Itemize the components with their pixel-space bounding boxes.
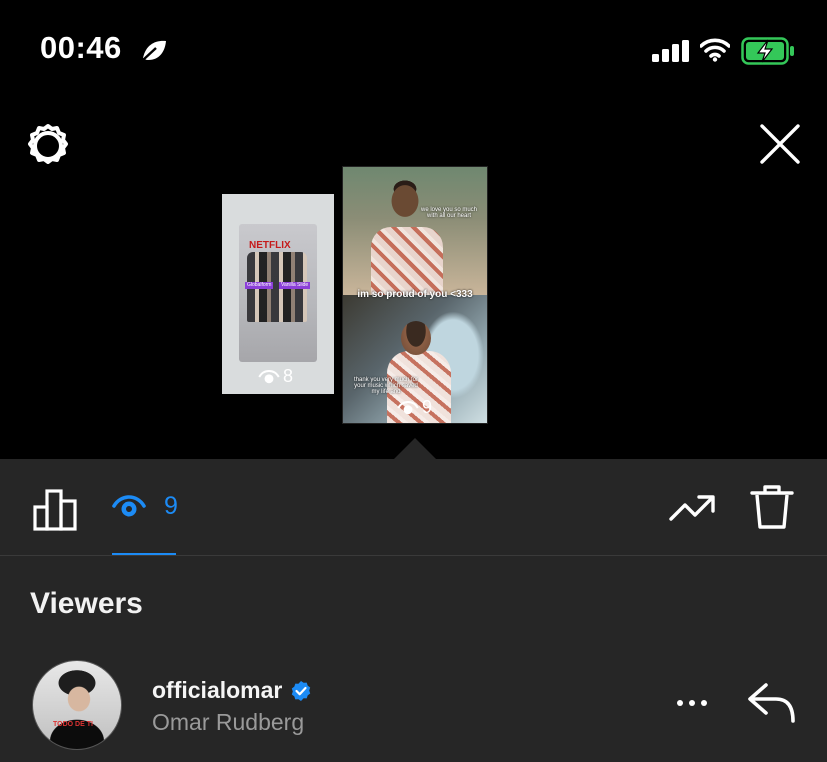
username-text: officialomar [152, 677, 283, 703]
view-count-number: 9 [422, 397, 433, 417]
photo-face [401, 321, 431, 355]
viewer-username[interactable]: officialomar [152, 677, 312, 704]
tab-bar: 9 [0, 459, 827, 556]
view-count-number: 8 [283, 366, 294, 386]
gear-icon[interactable] [24, 122, 72, 170]
more-dots-icon[interactable] [672, 691, 712, 715]
battery-charging-icon [741, 37, 795, 65]
eye-icon [397, 400, 419, 414]
views-count: 9 [164, 491, 178, 520]
trash-icon[interactable] [748, 483, 796, 531]
verified-badge-icon [292, 680, 311, 701]
leaf-icon [140, 36, 168, 64]
story-photo-top [343, 167, 487, 295]
reply-icon[interactable] [746, 679, 798, 725]
eye-icon [112, 489, 146, 523]
cellular-signal-icon [652, 40, 690, 62]
story-thumbnail[interactable]: NETFLIX Globalform Vanilla Slide 8 [222, 194, 334, 394]
story-view-count: 9 [397, 397, 432, 418]
story-thumbnail-selected[interactable]: we love you so much with all our heart i… [342, 166, 488, 424]
viewer-full-name: Omar Rudberg [152, 709, 305, 735]
story-caption: thank you very much for your music which… [353, 377, 419, 395]
photo-shirt [371, 227, 443, 295]
status-time: 00:46 [40, 30, 122, 65]
story-insights-panel: 9 Viewers TODO DE TI officialomar Omar R… [0, 459, 827, 762]
close-icon[interactable] [756, 120, 804, 168]
trending-up-icon[interactable] [668, 489, 716, 529]
overlay-text: NETFLIX [249, 240, 291, 251]
story-caption: we love you so much with all our heart [420, 207, 478, 219]
story-caption: im so proud of you <333 [357, 289, 473, 300]
viewers-heading: Viewers [30, 587, 143, 620]
overlay-tag: Globalform [245, 282, 274, 289]
eye-icon [258, 369, 280, 383]
list-item[interactable]: TODO DE TI officialomar Omar Rudberg [0, 655, 827, 755]
avatar[interactable]: TODO DE TI [32, 660, 122, 750]
selection-pointer [393, 438, 437, 460]
wifi-icon [699, 38, 731, 62]
avatar-text: TODO DE TI [53, 721, 93, 728]
story-preview-image: NETFLIX Globalform Vanilla Slide [239, 224, 317, 362]
story-view-count: 8 [258, 366, 293, 387]
bar-chart-icon[interactable] [32, 485, 80, 533]
active-tab-indicator [112, 553, 176, 555]
tab-viewers[interactable]: 9 [112, 489, 178, 523]
overlay-tag: Vanilla Slide [279, 282, 311, 289]
